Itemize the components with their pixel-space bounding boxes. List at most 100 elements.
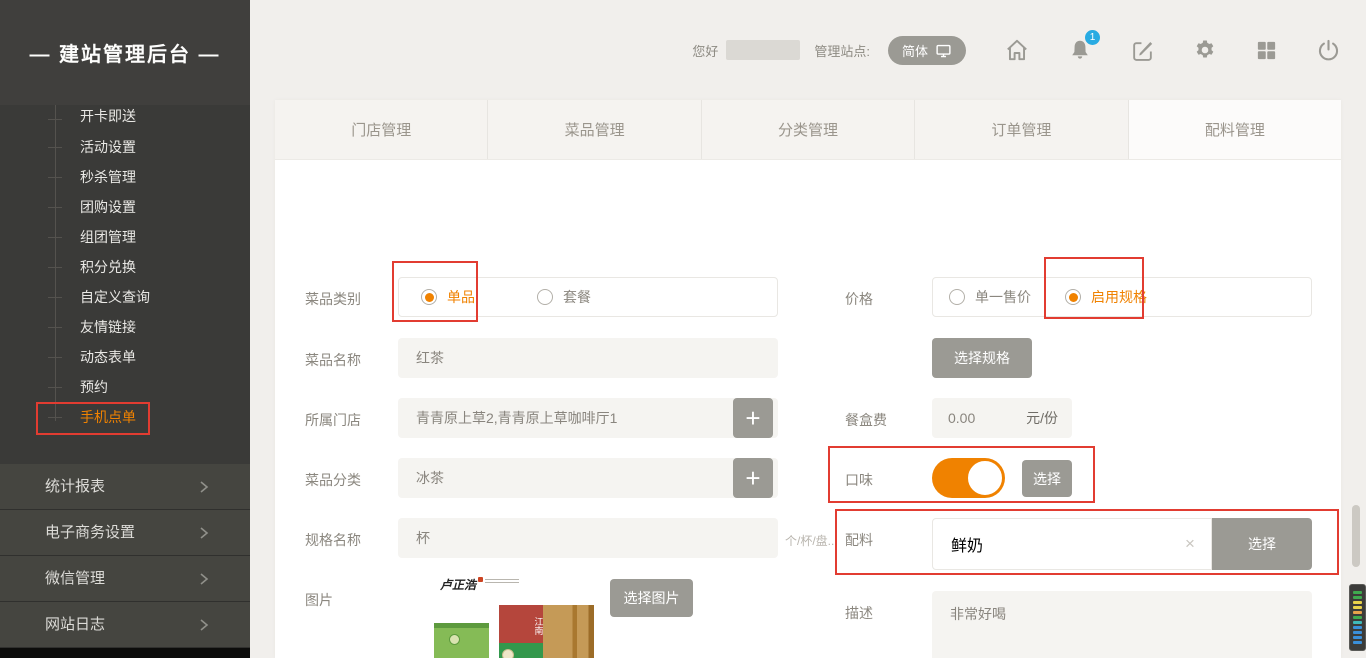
radio-label: 套餐 <box>563 287 591 307</box>
sidebar-item-points[interactable]: 积分兑换 <box>0 252 250 282</box>
language-site-button[interactable]: 简体 <box>888 36 966 65</box>
tab-dish-management[interactable]: 菜品管理 <box>488 100 701 159</box>
box-fee-input[interactable]: 0.00 元/份 <box>932 398 1072 438</box>
grid-icon[interactable] <box>1255 39 1278 62</box>
spec-unit-hint: 个/杯/盘... <box>785 532 838 549</box>
sidebar-section-wechat[interactable]: 微信管理 <box>0 556 250 602</box>
radio-dot <box>949 289 965 305</box>
sidebar-item-reservation[interactable]: 预约 <box>0 372 250 402</box>
sidebar-section-statistics[interactable]: 统计报表 <box>0 464 250 510</box>
power-icon[interactable] <box>1316 38 1341 63</box>
radio-dot <box>421 289 437 305</box>
brand-name: 卢正浩 <box>440 576 476 593</box>
toggle-knob <box>966 459 1004 497</box>
page-scrollbar-thumb[interactable] <box>1352 505 1360 567</box>
crate-red-panel: 江南 <box>499 605 543 643</box>
gear-icon[interactable] <box>1193 38 1217 62</box>
brand-logo: 卢正浩 <box>440 576 519 593</box>
home-icon[interactable] <box>1004 37 1030 63</box>
ingredient-label: 配料 <box>845 530 873 550</box>
monitor-icon <box>935 42 952 59</box>
choose-image-button[interactable]: 选择图片 <box>610 579 693 617</box>
dish-name-label: 菜品名称 <box>305 350 361 370</box>
price-field: 单一售价 启用规格 <box>932 277 1312 317</box>
ingredient-value: 鲜奶 <box>933 532 1211 556</box>
sidebar-section-site-log[interactable]: 网站日志 <box>0 602 250 648</box>
chevron-right-icon <box>196 617 212 633</box>
brand-subtext <box>485 579 519 585</box>
flavor-label: 口味 <box>845 470 873 490</box>
radio-label: 启用规格 <box>1091 287 1147 307</box>
store-select[interactable]: 青青原上草2,青青原上草咖啡厅1 <box>398 398 778 438</box>
store-label: 所属门店 <box>305 410 361 430</box>
flavor-choose-button[interactable]: 选择 <box>1022 460 1072 497</box>
sidebar-item-flash-sale[interactable]: 秒杀管理 <box>0 162 250 192</box>
box-fee-value: 0.00 <box>932 410 1026 426</box>
box-label <box>449 634 460 645</box>
sidebar-menu: 开卡即送 活动设置 秒杀管理 团购设置 组团管理 积分兑换 自定义查询 友情链接… <box>0 104 250 432</box>
app-root: — 建站管理后台 — 开卡即送 活动设置 秒杀管理 团购设置 组团管理 积分兑换… <box>0 0 1366 658</box>
tea-cup <box>502 649 514 658</box>
spec-name-value: 杯 <box>398 528 778 548</box>
tab-store-management[interactable]: 门店管理 <box>275 100 488 159</box>
sidebar-item-group-buy[interactable]: 团购设置 <box>0 192 250 222</box>
add-store-button[interactable]: + <box>733 398 773 438</box>
sidebar-item-activity[interactable]: 活动设置 <box>0 132 250 162</box>
section-label: 统计报表 <box>45 478 105 495</box>
category-value: 冰茶 <box>398 468 749 488</box>
tab-order-management[interactable]: 订单管理 <box>915 100 1128 159</box>
language-label: 简体 <box>902 41 928 60</box>
dish-type-field: 单品 套餐 <box>398 277 778 317</box>
radio-dot <box>1065 289 1081 305</box>
category-label: 菜品分类 <box>305 470 361 490</box>
chevron-right-icon <box>196 525 212 541</box>
flavor-toggle[interactable] <box>932 458 1005 498</box>
username-redacted <box>726 40 800 60</box>
box-fee-unit: 元/份 <box>1026 408 1072 428</box>
sidebar-sections: 统计报表 电子商务设置 微信管理 网站日志 <box>0 464 250 648</box>
level-meter-widget <box>1349 584 1366 651</box>
sidebar-item-mobile-order[interactable]: 手机点单 <box>0 402 250 432</box>
dish-name-input[interactable]: 红茶 <box>398 338 778 378</box>
sidebar-section-ecommerce[interactable]: 电子商务设置 <box>0 510 250 556</box>
main-panel: 门店管理 菜品管理 分类管理 订单管理 配料管理 菜品类别 单品 套餐 菜品名称 <box>275 100 1341 658</box>
chevron-right-icon <box>196 479 212 495</box>
section-label: 电子商务设置 <box>45 524 135 541</box>
radio-label: 单一售价 <box>975 287 1031 307</box>
radio-single-item[interactable]: 单品 <box>421 287 475 307</box>
brand-seal <box>478 577 483 582</box>
radio-enable-spec[interactable]: 启用规格 <box>1065 287 1147 307</box>
sidebar-item-dynamic-form[interactable]: 动态表单 <box>0 342 250 372</box>
description-value: 非常好喝 <box>950 606 1006 622</box>
spec-name-input[interactable]: 杯 <box>398 518 778 558</box>
tab-bar: 门店管理 菜品管理 分类管理 订单管理 配料管理 <box>275 100 1341 160</box>
dish-product-image: 卢正浩 江南 <box>398 573 600 658</box>
greeting-text: 您好 <box>692 41 718 60</box>
dish-edit-form: 菜品类别 单品 套餐 菜品名称 红茶 所属门店 青青原上草2,青青原上草咖啡厅1 <box>275 161 1341 658</box>
ingredient-input[interactable]: 鲜奶 <box>932 518 1212 570</box>
radio-set-meal[interactable]: 套餐 <box>537 287 591 307</box>
sidebar-item-group-mgmt[interactable]: 组团管理 <box>0 222 250 252</box>
tab-ingredient-management[interactable]: 配料管理 <box>1129 100 1341 159</box>
tab-category-management[interactable]: 分类管理 <box>702 100 915 159</box>
spec-name-label: 规格名称 <box>305 530 361 550</box>
bell-icon[interactable]: 1 <box>1068 37 1092 63</box>
sidebar-item-card-gift[interactable]: 开卡即送 <box>0 104 250 132</box>
dish-type-label: 菜品类别 <box>305 289 361 309</box>
radio-single-price[interactable]: 单一售价 <box>949 287 1031 307</box>
green-tea-box <box>434 623 489 658</box>
radio-label: 单品 <box>447 287 475 307</box>
ingredient-choose-button[interactable]: 选择 <box>1212 518 1312 570</box>
choose-spec-button[interactable]: 选择规格 <box>932 338 1032 378</box>
sidebar-item-links[interactable]: 友情链接 <box>0 312 250 342</box>
description-textarea[interactable]: 非常好喝 <box>932 591 1312 658</box>
app-title: — 建站管理后台 — <box>29 38 220 67</box>
add-category-button[interactable]: + <box>733 458 773 498</box>
clear-icon[interactable]: × <box>1185 534 1195 554</box>
store-value: 青青原上草2,青青原上草咖啡厅1 <box>398 408 749 428</box>
edit-icon[interactable] <box>1130 38 1155 63</box>
chevron-right-icon <box>196 571 212 587</box>
category-select[interactable]: 冰茶 <box>398 458 778 498</box>
box-fee-label: 餐盒费 <box>845 410 887 430</box>
sidebar-item-custom-query[interactable]: 自定义查询 <box>0 282 250 312</box>
